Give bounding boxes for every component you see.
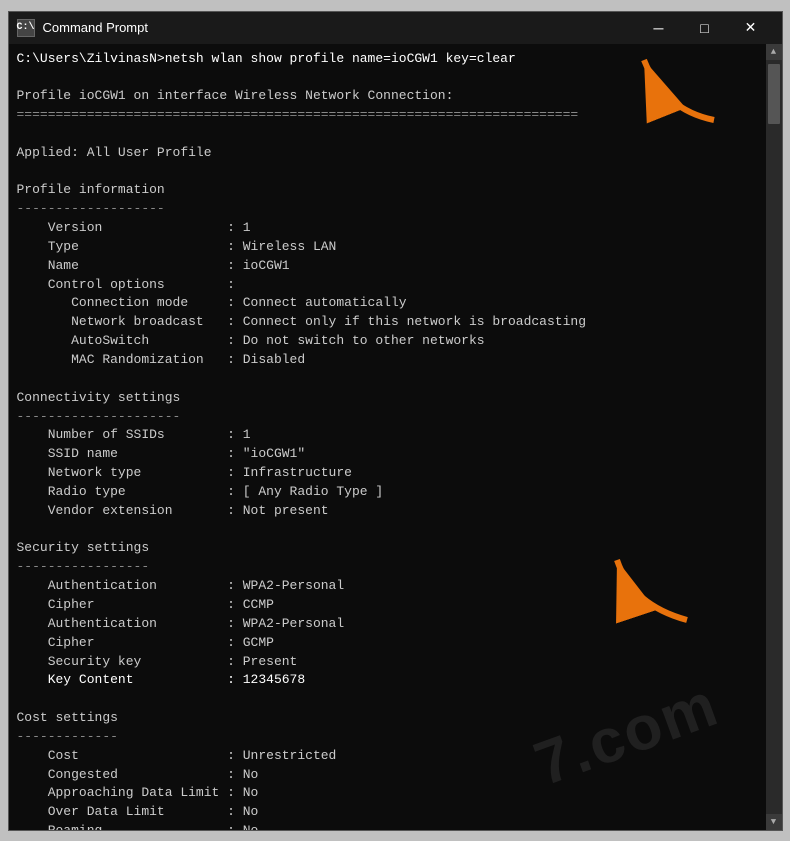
window-title: Command Prompt: [43, 20, 636, 35]
window-controls: ─ □ ✕: [636, 12, 774, 44]
scroll-down-arrow[interactable]: ▼: [766, 814, 782, 830]
scroll-up-arrow[interactable]: ▲: [766, 44, 782, 60]
scrollbar[interactable]: ▲ ▼: [766, 44, 782, 830]
content-area: C:\Users\ZilvinasN>netsh wlan show profi…: [9, 44, 782, 830]
close-button[interactable]: ✕: [728, 12, 774, 44]
minimize-button[interactable]: ─: [636, 12, 682, 44]
app-icon: C:\: [17, 19, 35, 37]
scrollbar-track[interactable]: [766, 60, 782, 814]
command-prompt-window: C:\ Command Prompt ─ □ ✕ C:\Users\Zilvin…: [8, 11, 783, 831]
maximize-button[interactable]: □: [682, 12, 728, 44]
icon-label: C:\: [17, 22, 35, 33]
annotation-arrow-up: [634, 50, 724, 135]
annotation-arrow-down: [612, 550, 702, 635]
scrollbar-thumb[interactable]: [768, 64, 780, 124]
terminal-output[interactable]: C:\Users\ZilvinasN>netsh wlan show profi…: [9, 44, 766, 830]
title-bar: C:\ Command Prompt ─ □ ✕: [9, 12, 782, 44]
